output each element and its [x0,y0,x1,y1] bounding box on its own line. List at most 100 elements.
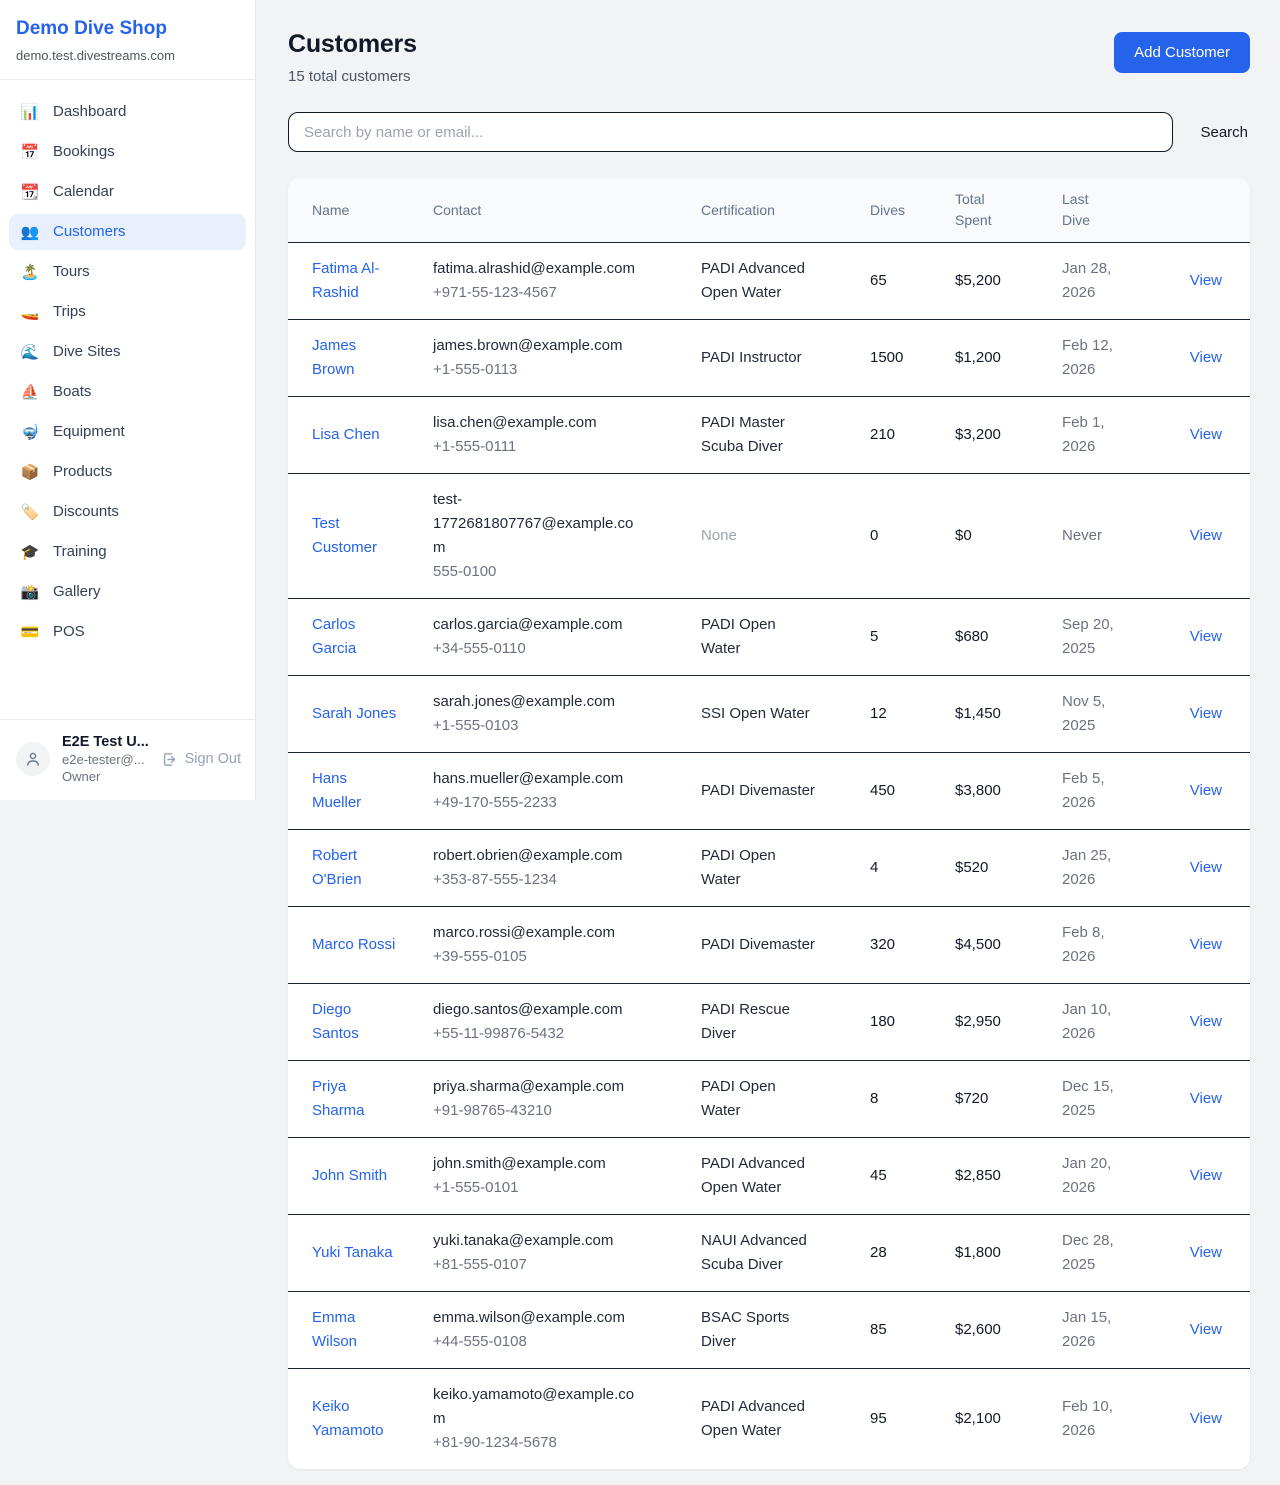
bookings-icon: 📅 [20,143,40,161]
customer-name-link[interactable]: Sarah Jones [312,702,396,726]
sidebar-item-discounts[interactable]: 🏷️ Discounts [9,494,246,530]
sidebar-item-calendar[interactable]: 📆 Calendar [9,174,246,210]
shop-name: Demo Dive Shop [16,18,239,41]
customer-certification: None [701,473,870,598]
customer-name-link[interactable]: Marco Rossi [312,933,395,957]
customer-name-link[interactable]: John Smith [312,1164,387,1188]
sidebar-item-dashboard[interactable]: 📊 Dashboard [9,94,246,130]
view-link[interactable]: View [1190,272,1222,289]
column-header-total-spent: Total Spent [955,178,1062,242]
customer-certification: PADI Divemaster [701,906,870,983]
customer-email: james.brown@example.com [433,334,622,358]
sidebar-item-pos[interactable]: 💳 POS [9,614,246,650]
table-row: Robert O'Brien robert.obrien@example.com… [288,829,1250,906]
customer-name-link[interactable]: Hans Mueller [312,767,400,815]
user-email: e2e-tester@... [62,752,149,767]
customer-dives: 180 [870,983,955,1060]
customers-table: NameContactCertificationDivesTotal Spent… [288,178,1250,1469]
customer-total-spent: $720 [955,1060,1062,1137]
customer-name-link[interactable]: Lisa Chen [312,423,380,447]
customer-phone: +55-11-99876-5432 [433,1022,691,1046]
customer-name-link[interactable]: Carlos Garcia [312,613,400,661]
customer-last-dive: Feb 5, 2026 [1062,752,1155,829]
customer-total-spent: $680 [955,598,1062,675]
customer-name-link[interactable]: Priya Sharma [312,1075,400,1123]
view-link[interactable]: View [1190,1013,1222,1030]
sidebar-item-equipment[interactable]: 🤿 Equipment [9,414,246,450]
view-link[interactable]: View [1190,705,1222,722]
customer-email: keiko.yamamoto@example.com [433,1383,645,1431]
customer-dives: 85 [870,1291,955,1368]
view-link[interactable]: View [1190,349,1222,366]
sidebar-item-trips[interactable]: 🚤 Trips [9,294,246,330]
view-link[interactable]: View [1190,1410,1222,1427]
sidebar-item-label: Trips [53,303,86,320]
customer-name-link[interactable]: Emma Wilson [312,1306,400,1354]
customer-name-link[interactable]: Test Customer [312,512,400,560]
sign-out-button[interactable]: Sign Out [161,751,241,768]
customer-name-link[interactable]: James Brown [312,334,400,382]
customer-email: sarah.jones@example.com [433,690,615,714]
customer-name-link[interactable]: Keiko Yamamoto [312,1395,400,1443]
customer-last-dive: Nov 5, 2025 [1062,675,1155,752]
calendar-icon: 📆 [20,183,40,201]
sidebar-item-label: Boats [53,383,91,400]
view-link[interactable]: View [1190,628,1222,645]
sidebar-item-bookings[interactable]: 📅 Bookings [9,134,246,170]
customer-phone: +971-55-123-4567 [433,281,691,305]
view-link[interactable]: View [1190,527,1222,544]
customer-last-dive: Never [1062,473,1155,598]
customer-name-link[interactable]: Yuki Tanaka [312,1241,393,1265]
avatar [16,742,50,776]
customer-certification: PADI Divemaster [701,752,870,829]
training-icon: 🎓 [20,543,40,561]
customer-phone: +34-555-0110 [433,637,691,661]
customer-dives: 28 [870,1214,955,1291]
table-row: Fatima Al-Rashid fatima.alrashid@example… [288,242,1250,319]
customer-last-dive: Feb 1, 2026 [1062,396,1155,473]
customer-total-spent: $2,100 [955,1368,1062,1469]
table-header-row: NameContactCertificationDivesTotal Spent… [288,178,1250,242]
sidebar-item-customers[interactable]: 👥 Customers [9,214,246,250]
sidebar-item-label: Dashboard [53,103,126,120]
sidebar-item-training[interactable]: 🎓 Training [9,534,246,570]
table-row: John Smith john.smith@example.com +1-555… [288,1137,1250,1214]
sidebar-item-dive-sites[interactable]: 🌊 Dive Sites [9,334,246,370]
customer-last-dive: Feb 8, 2026 [1062,906,1155,983]
sidebar-item-products[interactable]: 📦 Products [9,454,246,490]
customer-email: marco.rossi@example.com [433,921,615,945]
sidebar-item-tours[interactable]: 🏝️ Tours [9,254,246,290]
sidebar-item-label: Customers [53,223,126,240]
dashboard-icon: 📊 [20,103,40,121]
customer-name-link[interactable]: Diego Santos [312,998,400,1046]
search-input[interactable] [288,112,1173,152]
customer-certification: PADI Open Water [701,1060,870,1137]
equipment-icon: 🤿 [20,423,40,441]
sidebar-item-label: Tours [53,263,90,280]
view-link[interactable]: View [1190,1167,1222,1184]
view-link[interactable]: View [1190,1244,1222,1261]
sidebar-item-label: Equipment [53,423,125,440]
column-header-dives: Dives [870,178,955,242]
customer-phone: +81-555-0107 [433,1253,691,1277]
customer-name-link[interactable]: Fatima Al-Rashid [312,257,400,305]
customer-phone: +49-170-555-2233 [433,791,691,815]
sidebar-item-label: Gallery [53,583,101,600]
view-link[interactable]: View [1190,936,1222,953]
column-header-contact: Contact [433,178,701,242]
view-link[interactable]: View [1190,859,1222,876]
add-customer-button[interactable]: Add Customer [1114,32,1250,73]
customer-total-spent: $1,450 [955,675,1062,752]
view-link[interactable]: View [1190,1321,1222,1338]
view-link[interactable]: View [1190,1090,1222,1107]
view-link[interactable]: View [1190,782,1222,799]
search-button[interactable]: Search [1198,124,1250,141]
view-link[interactable]: View [1190,426,1222,443]
gallery-icon: 📸 [20,583,40,601]
sign-out-icon [161,751,178,768]
products-icon: 📦 [20,463,40,481]
sidebar-item-gallery[interactable]: 📸 Gallery [9,574,246,610]
sidebar-item-boats[interactable]: ⛵ Boats [9,374,246,410]
customer-name-link[interactable]: Robert O'Brien [312,844,400,892]
page-title: Customers [288,30,417,59]
